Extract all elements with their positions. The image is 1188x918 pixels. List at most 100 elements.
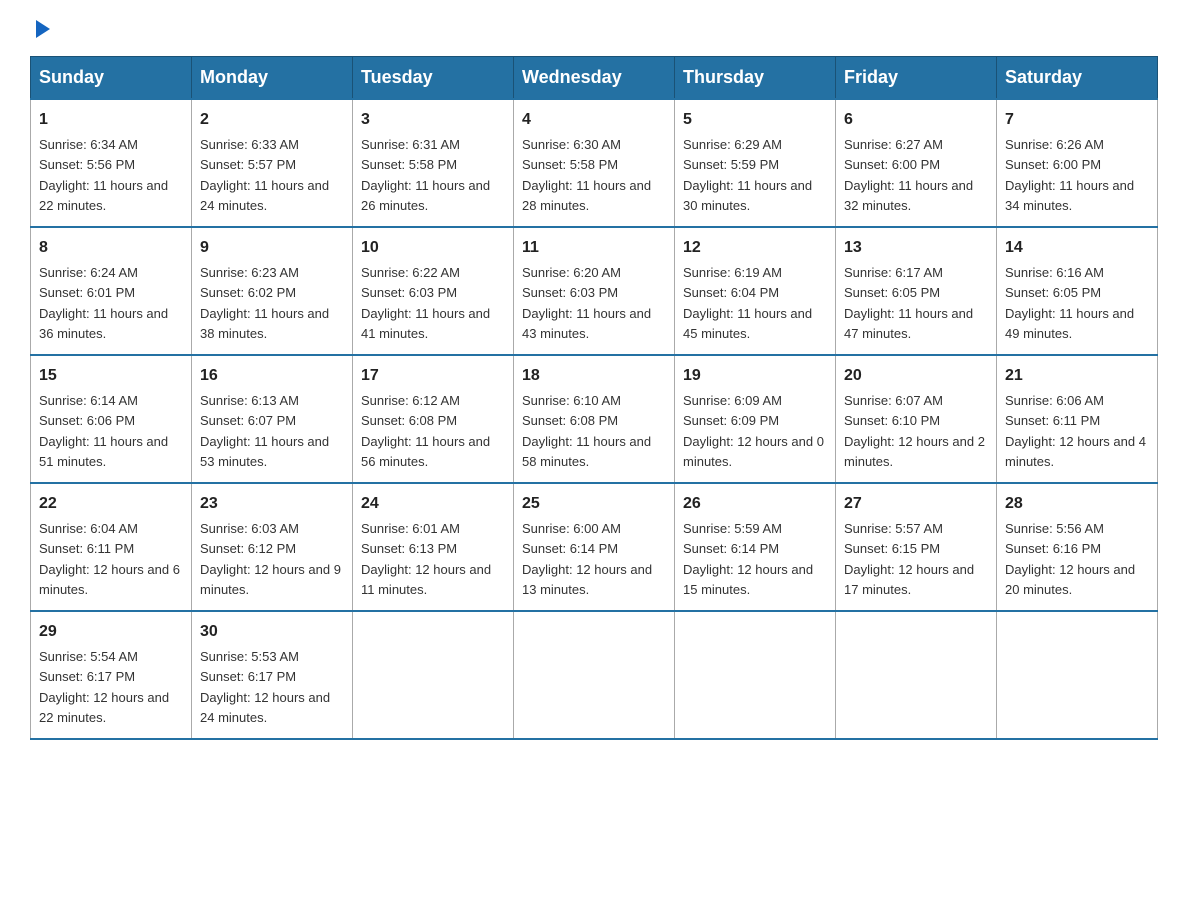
calendar-day-cell: 21 Sunrise: 6:06 AMSunset: 6:11 PMDaylig… bbox=[997, 355, 1158, 483]
day-info: Sunrise: 6:17 AMSunset: 6:05 PMDaylight:… bbox=[844, 265, 973, 341]
weekday-header-friday: Friday bbox=[836, 57, 997, 100]
day-number: 7 bbox=[1005, 108, 1149, 132]
day-number: 19 bbox=[683, 364, 827, 388]
calendar-week-row: 29 Sunrise: 5:54 AMSunset: 6:17 PMDaylig… bbox=[31, 611, 1158, 739]
day-info: Sunrise: 6:27 AMSunset: 6:00 PMDaylight:… bbox=[844, 137, 973, 213]
day-info: Sunrise: 6:10 AMSunset: 6:08 PMDaylight:… bbox=[522, 393, 651, 469]
day-info: Sunrise: 5:59 AMSunset: 6:14 PMDaylight:… bbox=[683, 521, 813, 597]
calendar-week-row: 22 Sunrise: 6:04 AMSunset: 6:11 PMDaylig… bbox=[31, 483, 1158, 611]
day-number: 3 bbox=[361, 108, 505, 132]
logo-arrow-icon bbox=[32, 18, 54, 40]
calendar-day-cell bbox=[675, 611, 836, 739]
calendar-week-row: 8 Sunrise: 6:24 AMSunset: 6:01 PMDayligh… bbox=[31, 227, 1158, 355]
day-info: Sunrise: 5:54 AMSunset: 6:17 PMDaylight:… bbox=[39, 649, 169, 725]
calendar-day-cell: 11 Sunrise: 6:20 AMSunset: 6:03 PMDaylig… bbox=[514, 227, 675, 355]
calendar-day-cell: 10 Sunrise: 6:22 AMSunset: 6:03 PMDaylig… bbox=[353, 227, 514, 355]
day-number: 16 bbox=[200, 364, 344, 388]
day-number: 11 bbox=[522, 236, 666, 260]
day-info: Sunrise: 6:19 AMSunset: 6:04 PMDaylight:… bbox=[683, 265, 812, 341]
calendar-day-cell: 22 Sunrise: 6:04 AMSunset: 6:11 PMDaylig… bbox=[31, 483, 192, 611]
day-info: Sunrise: 5:53 AMSunset: 6:17 PMDaylight:… bbox=[200, 649, 330, 725]
day-info: Sunrise: 6:23 AMSunset: 6:02 PMDaylight:… bbox=[200, 265, 329, 341]
calendar-day-cell bbox=[514, 611, 675, 739]
day-number: 24 bbox=[361, 492, 505, 516]
day-info: Sunrise: 6:30 AMSunset: 5:58 PMDaylight:… bbox=[522, 137, 651, 213]
day-number: 29 bbox=[39, 620, 183, 644]
calendar-day-cell: 19 Sunrise: 6:09 AMSunset: 6:09 PMDaylig… bbox=[675, 355, 836, 483]
calendar-day-cell: 3 Sunrise: 6:31 AMSunset: 5:58 PMDayligh… bbox=[353, 99, 514, 227]
calendar-day-cell: 15 Sunrise: 6:14 AMSunset: 6:06 PMDaylig… bbox=[31, 355, 192, 483]
calendar-day-cell: 14 Sunrise: 6:16 AMSunset: 6:05 PMDaylig… bbox=[997, 227, 1158, 355]
calendar-day-cell: 26 Sunrise: 5:59 AMSunset: 6:14 PMDaylig… bbox=[675, 483, 836, 611]
day-info: Sunrise: 6:29 AMSunset: 5:59 PMDaylight:… bbox=[683, 137, 812, 213]
logo bbox=[30, 20, 54, 40]
calendar-day-cell: 5 Sunrise: 6:29 AMSunset: 5:59 PMDayligh… bbox=[675, 99, 836, 227]
calendar-day-cell: 16 Sunrise: 6:13 AMSunset: 6:07 PMDaylig… bbox=[192, 355, 353, 483]
day-info: Sunrise: 6:06 AMSunset: 6:11 PMDaylight:… bbox=[1005, 393, 1146, 469]
day-number: 4 bbox=[522, 108, 666, 132]
day-info: Sunrise: 6:26 AMSunset: 6:00 PMDaylight:… bbox=[1005, 137, 1134, 213]
calendar-day-cell: 2 Sunrise: 6:33 AMSunset: 5:57 PMDayligh… bbox=[192, 99, 353, 227]
day-number: 18 bbox=[522, 364, 666, 388]
day-info: Sunrise: 6:31 AMSunset: 5:58 PMDaylight:… bbox=[361, 137, 490, 213]
calendar-day-cell: 24 Sunrise: 6:01 AMSunset: 6:13 PMDaylig… bbox=[353, 483, 514, 611]
calendar-day-cell: 12 Sunrise: 6:19 AMSunset: 6:04 PMDaylig… bbox=[675, 227, 836, 355]
calendar-day-cell: 7 Sunrise: 6:26 AMSunset: 6:00 PMDayligh… bbox=[997, 99, 1158, 227]
page-header bbox=[30, 20, 1158, 40]
day-info: Sunrise: 6:34 AMSunset: 5:56 PMDaylight:… bbox=[39, 137, 168, 213]
day-number: 22 bbox=[39, 492, 183, 516]
day-info: Sunrise: 6:07 AMSunset: 6:10 PMDaylight:… bbox=[844, 393, 985, 469]
day-info: Sunrise: 6:14 AMSunset: 6:06 PMDaylight:… bbox=[39, 393, 168, 469]
day-info: Sunrise: 6:20 AMSunset: 6:03 PMDaylight:… bbox=[522, 265, 651, 341]
day-info: Sunrise: 6:24 AMSunset: 6:01 PMDaylight:… bbox=[39, 265, 168, 341]
day-info: Sunrise: 6:16 AMSunset: 6:05 PMDaylight:… bbox=[1005, 265, 1134, 341]
day-number: 6 bbox=[844, 108, 988, 132]
day-number: 8 bbox=[39, 236, 183, 260]
calendar-day-cell bbox=[836, 611, 997, 739]
day-info: Sunrise: 6:01 AMSunset: 6:13 PMDaylight:… bbox=[361, 521, 491, 597]
day-number: 9 bbox=[200, 236, 344, 260]
day-number: 28 bbox=[1005, 492, 1149, 516]
calendar-day-cell: 13 Sunrise: 6:17 AMSunset: 6:05 PMDaylig… bbox=[836, 227, 997, 355]
day-info: Sunrise: 6:04 AMSunset: 6:11 PMDaylight:… bbox=[39, 521, 180, 597]
calendar-day-cell: 1 Sunrise: 6:34 AMSunset: 5:56 PMDayligh… bbox=[31, 99, 192, 227]
calendar-day-cell: 28 Sunrise: 5:56 AMSunset: 6:16 PMDaylig… bbox=[997, 483, 1158, 611]
calendar-day-cell: 6 Sunrise: 6:27 AMSunset: 6:00 PMDayligh… bbox=[836, 99, 997, 227]
calendar-day-cell: 9 Sunrise: 6:23 AMSunset: 6:02 PMDayligh… bbox=[192, 227, 353, 355]
calendar-day-cell: 29 Sunrise: 5:54 AMSunset: 6:17 PMDaylig… bbox=[31, 611, 192, 739]
day-info: Sunrise: 6:22 AMSunset: 6:03 PMDaylight:… bbox=[361, 265, 490, 341]
day-number: 12 bbox=[683, 236, 827, 260]
day-info: Sunrise: 6:00 AMSunset: 6:14 PMDaylight:… bbox=[522, 521, 652, 597]
day-number: 5 bbox=[683, 108, 827, 132]
weekday-header-sunday: Sunday bbox=[31, 57, 192, 100]
calendar-day-cell: 17 Sunrise: 6:12 AMSunset: 6:08 PMDaylig… bbox=[353, 355, 514, 483]
day-info: Sunrise: 5:56 AMSunset: 6:16 PMDaylight:… bbox=[1005, 521, 1135, 597]
calendar-day-cell: 27 Sunrise: 5:57 AMSunset: 6:15 PMDaylig… bbox=[836, 483, 997, 611]
day-number: 17 bbox=[361, 364, 505, 388]
calendar-day-cell: 8 Sunrise: 6:24 AMSunset: 6:01 PMDayligh… bbox=[31, 227, 192, 355]
calendar-day-cell: 18 Sunrise: 6:10 AMSunset: 6:08 PMDaylig… bbox=[514, 355, 675, 483]
day-info: Sunrise: 6:13 AMSunset: 6:07 PMDaylight:… bbox=[200, 393, 329, 469]
day-info: Sunrise: 6:33 AMSunset: 5:57 PMDaylight:… bbox=[200, 137, 329, 213]
calendar-day-cell: 30 Sunrise: 5:53 AMSunset: 6:17 PMDaylig… bbox=[192, 611, 353, 739]
weekday-header-monday: Monday bbox=[192, 57, 353, 100]
calendar-day-cell: 23 Sunrise: 6:03 AMSunset: 6:12 PMDaylig… bbox=[192, 483, 353, 611]
calendar-table: SundayMondayTuesdayWednesdayThursdayFrid… bbox=[30, 56, 1158, 740]
day-number: 1 bbox=[39, 108, 183, 132]
calendar-day-cell: 20 Sunrise: 6:07 AMSunset: 6:10 PMDaylig… bbox=[836, 355, 997, 483]
weekday-header-row: SundayMondayTuesdayWednesdayThursdayFrid… bbox=[31, 57, 1158, 100]
day-number: 26 bbox=[683, 492, 827, 516]
calendar-day-cell bbox=[997, 611, 1158, 739]
day-info: Sunrise: 5:57 AMSunset: 6:15 PMDaylight:… bbox=[844, 521, 974, 597]
weekday-header-saturday: Saturday bbox=[997, 57, 1158, 100]
calendar-day-cell: 25 Sunrise: 6:00 AMSunset: 6:14 PMDaylig… bbox=[514, 483, 675, 611]
day-number: 30 bbox=[200, 620, 344, 644]
calendar-week-row: 15 Sunrise: 6:14 AMSunset: 6:06 PMDaylig… bbox=[31, 355, 1158, 483]
calendar-day-cell: 4 Sunrise: 6:30 AMSunset: 5:58 PMDayligh… bbox=[514, 99, 675, 227]
day-number: 13 bbox=[844, 236, 988, 260]
day-number: 14 bbox=[1005, 236, 1149, 260]
day-info: Sunrise: 6:03 AMSunset: 6:12 PMDaylight:… bbox=[200, 521, 341, 597]
day-number: 27 bbox=[844, 492, 988, 516]
day-number: 10 bbox=[361, 236, 505, 260]
day-info: Sunrise: 6:12 AMSunset: 6:08 PMDaylight:… bbox=[361, 393, 490, 469]
